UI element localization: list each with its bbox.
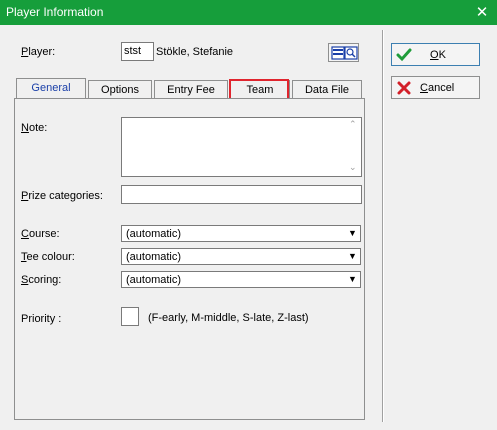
cancel-x-icon <box>397 81 411 95</box>
checkmark-icon <box>396 48 412 62</box>
tab-team-highlight <box>229 79 289 100</box>
tee-colour-select[interactable]: (automatic) ▼ <box>121 248 361 265</box>
chevron-down-icon[interactable]: ▼ <box>345 226 360 241</box>
priority-hint: (F-early, M-middle, S-late, Z-last) <box>148 312 309 324</box>
course-value: (automatic) <box>126 228 182 240</box>
note-label: Note: <box>21 122 48 134</box>
note-scrollbar[interactable]: ⌃ ⌄ <box>345 118 361 176</box>
scoring-value: (automatic) <box>126 274 182 286</box>
player-code-value: stst <box>124 45 142 57</box>
window-title: Player Information <box>6 5 104 19</box>
ok-label: OK <box>430 49 446 61</box>
player-information-dialog: Player Information ✕ Player: stst Stökle… <box>0 0 497 430</box>
chevron-down-icon[interactable]: ▼ <box>345 249 360 264</box>
tab-options[interactable]: Options <box>88 80 152 100</box>
player-label: Player: <box>21 46 56 58</box>
ok-button[interactable]: OK <box>391 43 480 66</box>
scroll-up-icon[interactable]: ⌃ <box>349 119 357 130</box>
button-divider <box>382 30 384 422</box>
cancel-button[interactable]: Cancel <box>391 76 480 99</box>
chevron-down-icon[interactable]: ▼ <box>345 272 360 287</box>
scoring-select[interactable]: (automatic) ▼ <box>121 271 361 288</box>
close-icon[interactable]: ✕ <box>467 0 497 25</box>
note-textarea[interactable]: ⌃ ⌄ <box>121 117 362 177</box>
tab-general[interactable]: General <box>16 78 86 100</box>
player-name: Stökle, Stefanie <box>156 46 234 58</box>
title-bar: Player Information ✕ <box>0 0 497 25</box>
prize-categories-field[interactable] <box>121 185 362 204</box>
tab-data-file[interactable]: Data File <box>292 80 362 100</box>
player-lookup-button[interactable] <box>328 43 359 62</box>
tee-colour-value: (automatic) <box>126 251 182 263</box>
prize-categories-label: Prize categories: <box>21 190 103 202</box>
tab-entry-fee[interactable]: Entry Fee <box>154 80 228 100</box>
player-code-field[interactable]: stst <box>121 42 154 61</box>
scoring-label: Scoring: <box>21 274 62 286</box>
scroll-down-icon[interactable]: ⌄ <box>349 162 357 173</box>
course-select[interactable]: (automatic) ▼ <box>121 225 361 242</box>
card-search-icon <box>331 46 358 60</box>
priority-field[interactable] <box>121 307 139 326</box>
cancel-label: Cancel <box>420 82 455 94</box>
tee-colour-label: Tee colour: <box>21 251 75 263</box>
course-label: Course: <box>21 228 60 240</box>
priority-label: Priority : <box>21 313 62 325</box>
